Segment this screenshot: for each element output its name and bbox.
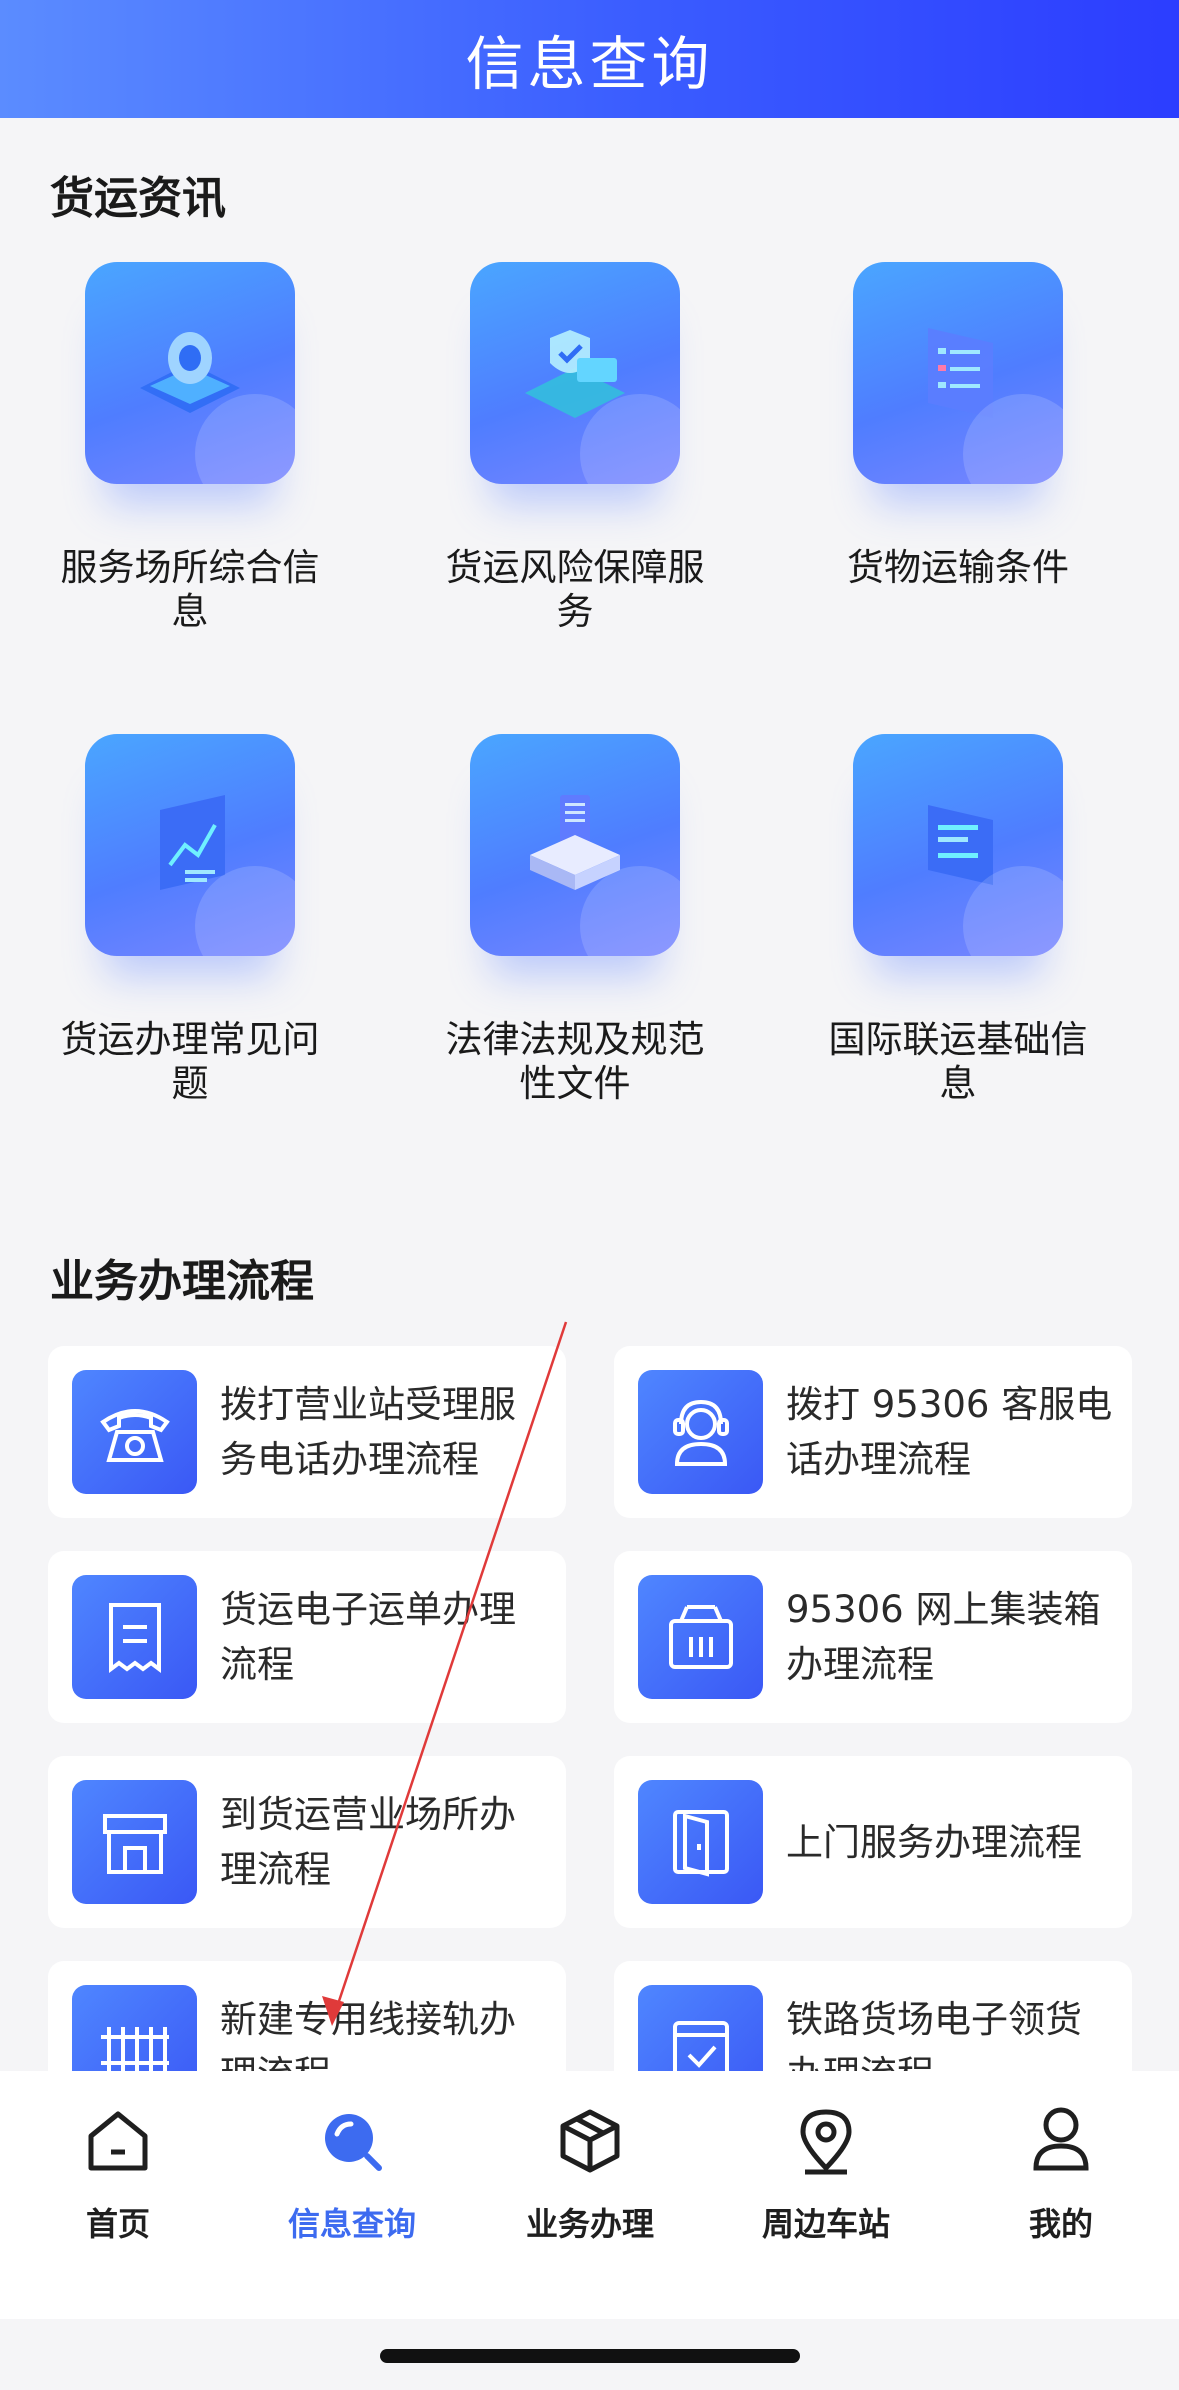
card-label: 到货运营业场所办理流程 xyxy=(220,1793,516,1891)
tile-international-transport-info[interactable]: 国际联运基础信息 xyxy=(808,734,1108,1106)
bottom-tab-bar: 首页 信息查询 业务办理 周边车站 我的 xyxy=(0,2071,1179,2319)
section-title-freight-news: 货运资讯 xyxy=(50,173,226,224)
card-call-95306[interactable]: 拨打 95306 客服电话办理流程 xyxy=(614,1346,1132,1518)
card-door-to-door-service[interactable]: 上门服务办理流程 xyxy=(614,1756,1132,1928)
home-icon xyxy=(78,2101,158,2181)
document-stack-icon xyxy=(470,734,680,956)
location-icon xyxy=(786,2101,866,2181)
tile-label: 货运办理常见问题 xyxy=(60,1018,320,1105)
tile-label: 国际联运基础信息 xyxy=(828,1018,1088,1105)
card-visit-freight-office[interactable]: 到货运营业场所办理流程 xyxy=(48,1756,566,1928)
tile-label: 法律法规及规范性文件 xyxy=(445,1018,705,1105)
card-label: 95306 网上集装箱办理流程 xyxy=(786,1588,1101,1686)
container-icon xyxy=(638,1575,763,1699)
tile-laws-regulations[interactable]: 法律法规及规范性文件 xyxy=(425,734,725,1106)
tab-nearby-stations[interactable]: 周边车站 xyxy=(711,2101,941,2245)
tab-label: 我的 xyxy=(1028,2205,1093,2243)
tab-label: 信息查询 xyxy=(287,2205,416,2243)
receipt-icon xyxy=(72,1575,197,1699)
section-title-business-process: 业务办理流程 xyxy=(50,1256,314,1307)
tab-info-query[interactable]: 信息查询 xyxy=(237,2101,467,2245)
tab-label: 周边车站 xyxy=(761,2205,890,2243)
tab-label: 首页 xyxy=(85,2205,150,2243)
box-icon xyxy=(550,2101,630,2181)
telephone-icon xyxy=(72,1370,197,1494)
storefront-icon xyxy=(72,1780,197,1904)
tab-label: 业务办理 xyxy=(525,2205,654,2243)
question-chart-icon xyxy=(85,734,295,956)
user-icon xyxy=(1021,2101,1101,2181)
tab-home[interactable]: 首页 xyxy=(3,2101,233,2245)
card-label: 货运电子运单办理流程 xyxy=(220,1588,516,1686)
door-icon xyxy=(638,1780,763,1904)
list-document-icon xyxy=(853,262,1063,484)
home-indicator xyxy=(380,2349,800,2363)
tile-label: 服务场所综合信息 xyxy=(60,546,320,633)
tile-service-location-info[interactable]: 服务场所综合信息 xyxy=(40,262,340,634)
card-label: 上门服务办理流程 xyxy=(786,1820,1082,1864)
page-title: 信息查询 xyxy=(465,30,714,98)
tab-mine[interactable]: 我的 xyxy=(946,2101,1176,2245)
location-pin-icon xyxy=(85,262,295,484)
tile-label: 货物运输条件 xyxy=(847,546,1069,589)
tile-label: 货运风险保障服务 xyxy=(445,546,705,633)
page-header: 信息查询 xyxy=(0,0,1179,118)
tile-freight-faq[interactable]: 货运办理常见问题 xyxy=(40,734,340,1106)
card-label: 拨打 95306 客服电话办理流程 xyxy=(786,1383,1113,1481)
shield-icon xyxy=(470,262,680,484)
tab-business[interactable]: 业务办理 xyxy=(475,2101,705,2245)
search-icon xyxy=(312,2101,392,2181)
tile-freight-risk-service[interactable]: 货运风险保障服务 xyxy=(425,262,725,634)
info-panel-icon xyxy=(853,734,1063,956)
card-95306-container[interactable]: 95306 网上集装箱办理流程 xyxy=(614,1551,1132,1723)
card-label: 拨打营业站受理服务电话办理流程 xyxy=(220,1383,516,1481)
tile-cargo-transport-conditions[interactable]: 货物运输条件 xyxy=(808,262,1108,590)
card-electronic-waybill[interactable]: 货运电子运单办理流程 xyxy=(48,1551,566,1723)
headset-agent-icon xyxy=(638,1370,763,1494)
card-call-station-hotline[interactable]: 拨打营业站受理服务电话办理流程 xyxy=(48,1346,566,1518)
